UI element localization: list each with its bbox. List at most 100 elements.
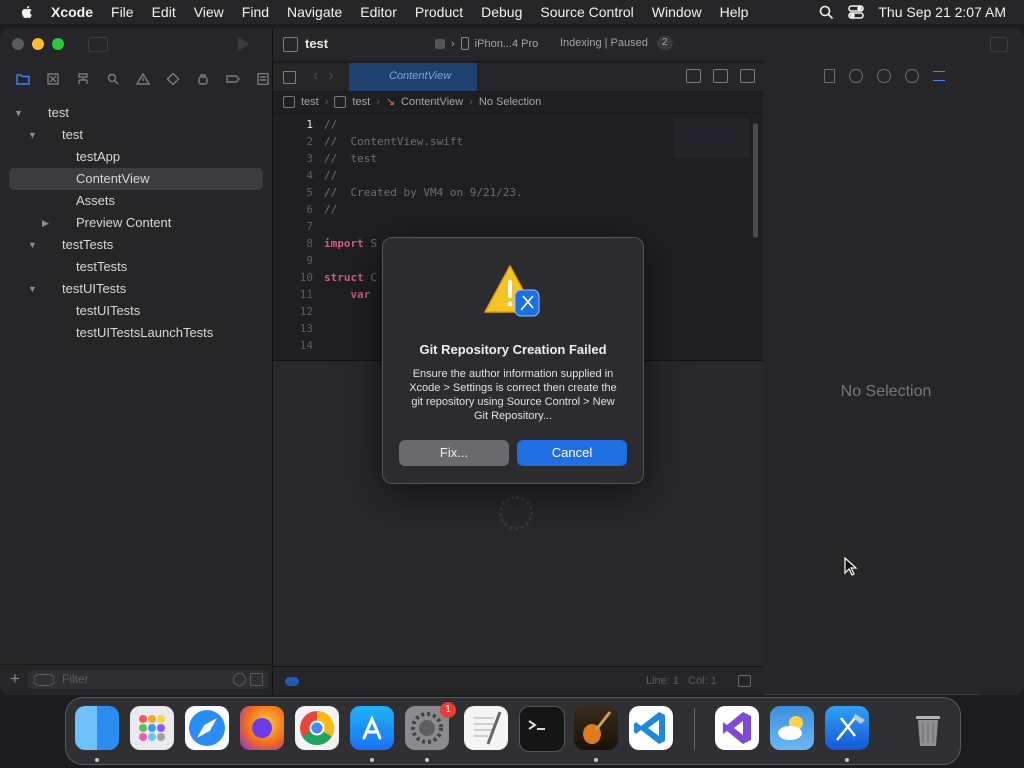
visual-studio-icon[interactable] (715, 706, 759, 750)
project-title: test (305, 36, 329, 51)
filter-options-icon[interactable] (34, 674, 54, 686)
chrome-icon[interactable] (295, 706, 339, 750)
menu-file[interactable]: File (102, 4, 143, 20)
menu-find[interactable]: Find (233, 4, 278, 20)
run-button[interactable] (238, 37, 249, 51)
trash-icon[interactable] (906, 706, 950, 750)
zoom-window-button[interactable] (52, 38, 64, 50)
quick-help-icon[interactable] (877, 69, 891, 83)
tree-row-file-selected[interactable]: ContentView (9, 168, 263, 190)
menubar-clock[interactable]: Thu Sep 21 2:07 AM (878, 4, 1006, 20)
find-navigator-tab[interactable] (98, 73, 128, 85)
weather-icon[interactable] (770, 706, 814, 750)
tree-row-file[interactable]: testUITestsLaunchTests (0, 322, 272, 344)
minimize-window-button[interactable] (32, 38, 44, 50)
inspector-panel: No Selection (764, 28, 1024, 695)
tree-row-group[interactable]: ▼ testUITests (0, 278, 272, 300)
inspector-scrollbar[interactable] (764, 694, 979, 695)
tree-row-group[interactable]: ▶ Preview Content (0, 212, 272, 234)
symbol-navigator-tab[interactable] (68, 73, 98, 85)
attributes-inspector-icon[interactable] (933, 71, 945, 81)
inspector-toggle-icon[interactable] (990, 37, 1008, 52)
garageband-icon[interactable] (574, 706, 618, 750)
cancel-button[interactable]: Cancel (517, 440, 627, 466)
xcode-icon[interactable] (825, 706, 869, 750)
safari-icon[interactable] (185, 706, 229, 750)
hierarchy-icon (78, 73, 88, 84)
chevron-down-icon[interactable]: ▼ (28, 234, 37, 256)
menu-debug[interactable]: Debug (472, 4, 531, 20)
dock-separator (694, 708, 695, 750)
menu-view[interactable]: View (185, 4, 233, 20)
filter-input[interactable]: Filter (28, 670, 268, 689)
keyword: struct (324, 271, 364, 284)
line-number: 2 (306, 135, 313, 148)
finder-icon[interactable] (75, 706, 119, 750)
code-line: struct C (324, 271, 377, 284)
tree-row-project[interactable]: ▼ test (0, 102, 272, 124)
tree-row-file[interactable]: testUITests (0, 300, 272, 322)
terminal-icon[interactable] (519, 706, 565, 752)
textedit-icon[interactable] (464, 706, 508, 750)
tree-row-group[interactable]: ▼ test (0, 124, 272, 146)
issue-count-badge[interactable]: 2 (657, 36, 673, 50)
trash-can-icon (916, 716, 940, 746)
history-inspector-icon[interactable] (849, 69, 863, 83)
source-control-navigator-tab[interactable] (38, 73, 68, 85)
run-destination-selector[interactable]: › iPhon...4 Pro (435, 37, 538, 50)
chevron-down-icon[interactable]: ▼ (28, 124, 37, 146)
breakpoint-navigator-tab[interactable] (218, 73, 248, 85)
launchpad-icon[interactable] (130, 706, 174, 750)
swap-icon[interactable] (686, 69, 701, 83)
firefox-icon[interactable] (240, 706, 284, 750)
app-store-icon[interactable] (350, 706, 394, 750)
spray-icon (198, 74, 208, 85)
fix-button[interactable]: Fix... (399, 440, 509, 466)
issue-navigator-tab[interactable] (128, 73, 158, 85)
tree-row-file[interactable]: testTests (0, 256, 272, 278)
breadcrumb-project[interactable]: test (301, 96, 319, 108)
accessibility-inspector-icon[interactable] (905, 69, 919, 83)
chevron-down-icon[interactable]: ▼ (28, 278, 37, 300)
vscode-icon[interactable] (629, 706, 673, 750)
tree-row-file[interactable]: Assets (0, 190, 272, 212)
tree-row-group[interactable]: ▼ testTests (0, 234, 272, 256)
menu-source-control[interactable]: Source Control (531, 4, 642, 20)
tab-contentview[interactable]: ContentView (349, 63, 477, 91)
breadcrumb-symbol[interactable]: No Selection (479, 96, 541, 108)
close-window-button[interactable] (12, 38, 24, 50)
menu-xcode[interactable]: Xcode (43, 4, 102, 20)
sidebar-toggle-icon[interactable] (88, 37, 108, 52)
spotlight-search-icon[interactable] (819, 5, 834, 20)
menu-product[interactable]: Product (406, 4, 472, 20)
hide-debug-area-icon[interactable] (738, 675, 751, 687)
apple-logo-icon[interactable] (19, 4, 35, 20)
editor-options-icon[interactable] (713, 69, 728, 83)
file-inspector-icon[interactable] (824, 69, 835, 83)
menu-help[interactable]: Help (711, 4, 758, 20)
project-navigator-tab[interactable] (8, 73, 38, 85)
back-forward-arrows[interactable]: ‹› (313, 67, 344, 85)
breakpoint-icon (226, 75, 240, 83)
chevron-down-icon[interactable]: ▼ (14, 102, 23, 124)
tree-row-file[interactable]: testApp (0, 146, 272, 168)
split-editor-icon[interactable] (740, 69, 755, 83)
editor-scrollbar[interactable] (753, 123, 758, 238)
menu-edit[interactable]: Edit (143, 4, 185, 20)
debug-area-toggle-icon[interactable] (285, 677, 299, 686)
menu-navigate[interactable]: Navigate (278, 4, 351, 20)
control-center-icon[interactable] (848, 5, 865, 19)
related-items-icon[interactable] (283, 71, 296, 84)
chevron-right-icon: › (324, 95, 329, 108)
mouse-pointer-icon (844, 557, 858, 576)
chevron-right-icon[interactable]: ▶ (42, 212, 49, 234)
breadcrumb-file[interactable]: ContentView (401, 96, 463, 108)
menu-editor[interactable]: Editor (351, 4, 406, 20)
breadcrumb-group[interactable]: test (352, 96, 370, 108)
recent-files-icon[interactable] (233, 673, 246, 686)
source-control-filter-icon[interactable] (250, 673, 263, 686)
test-navigator-tab[interactable] (158, 73, 188, 85)
menu-window[interactable]: Window (643, 4, 711, 20)
debug-navigator-tab[interactable] (188, 73, 218, 85)
add-file-button[interactable]: + (10, 669, 20, 689)
